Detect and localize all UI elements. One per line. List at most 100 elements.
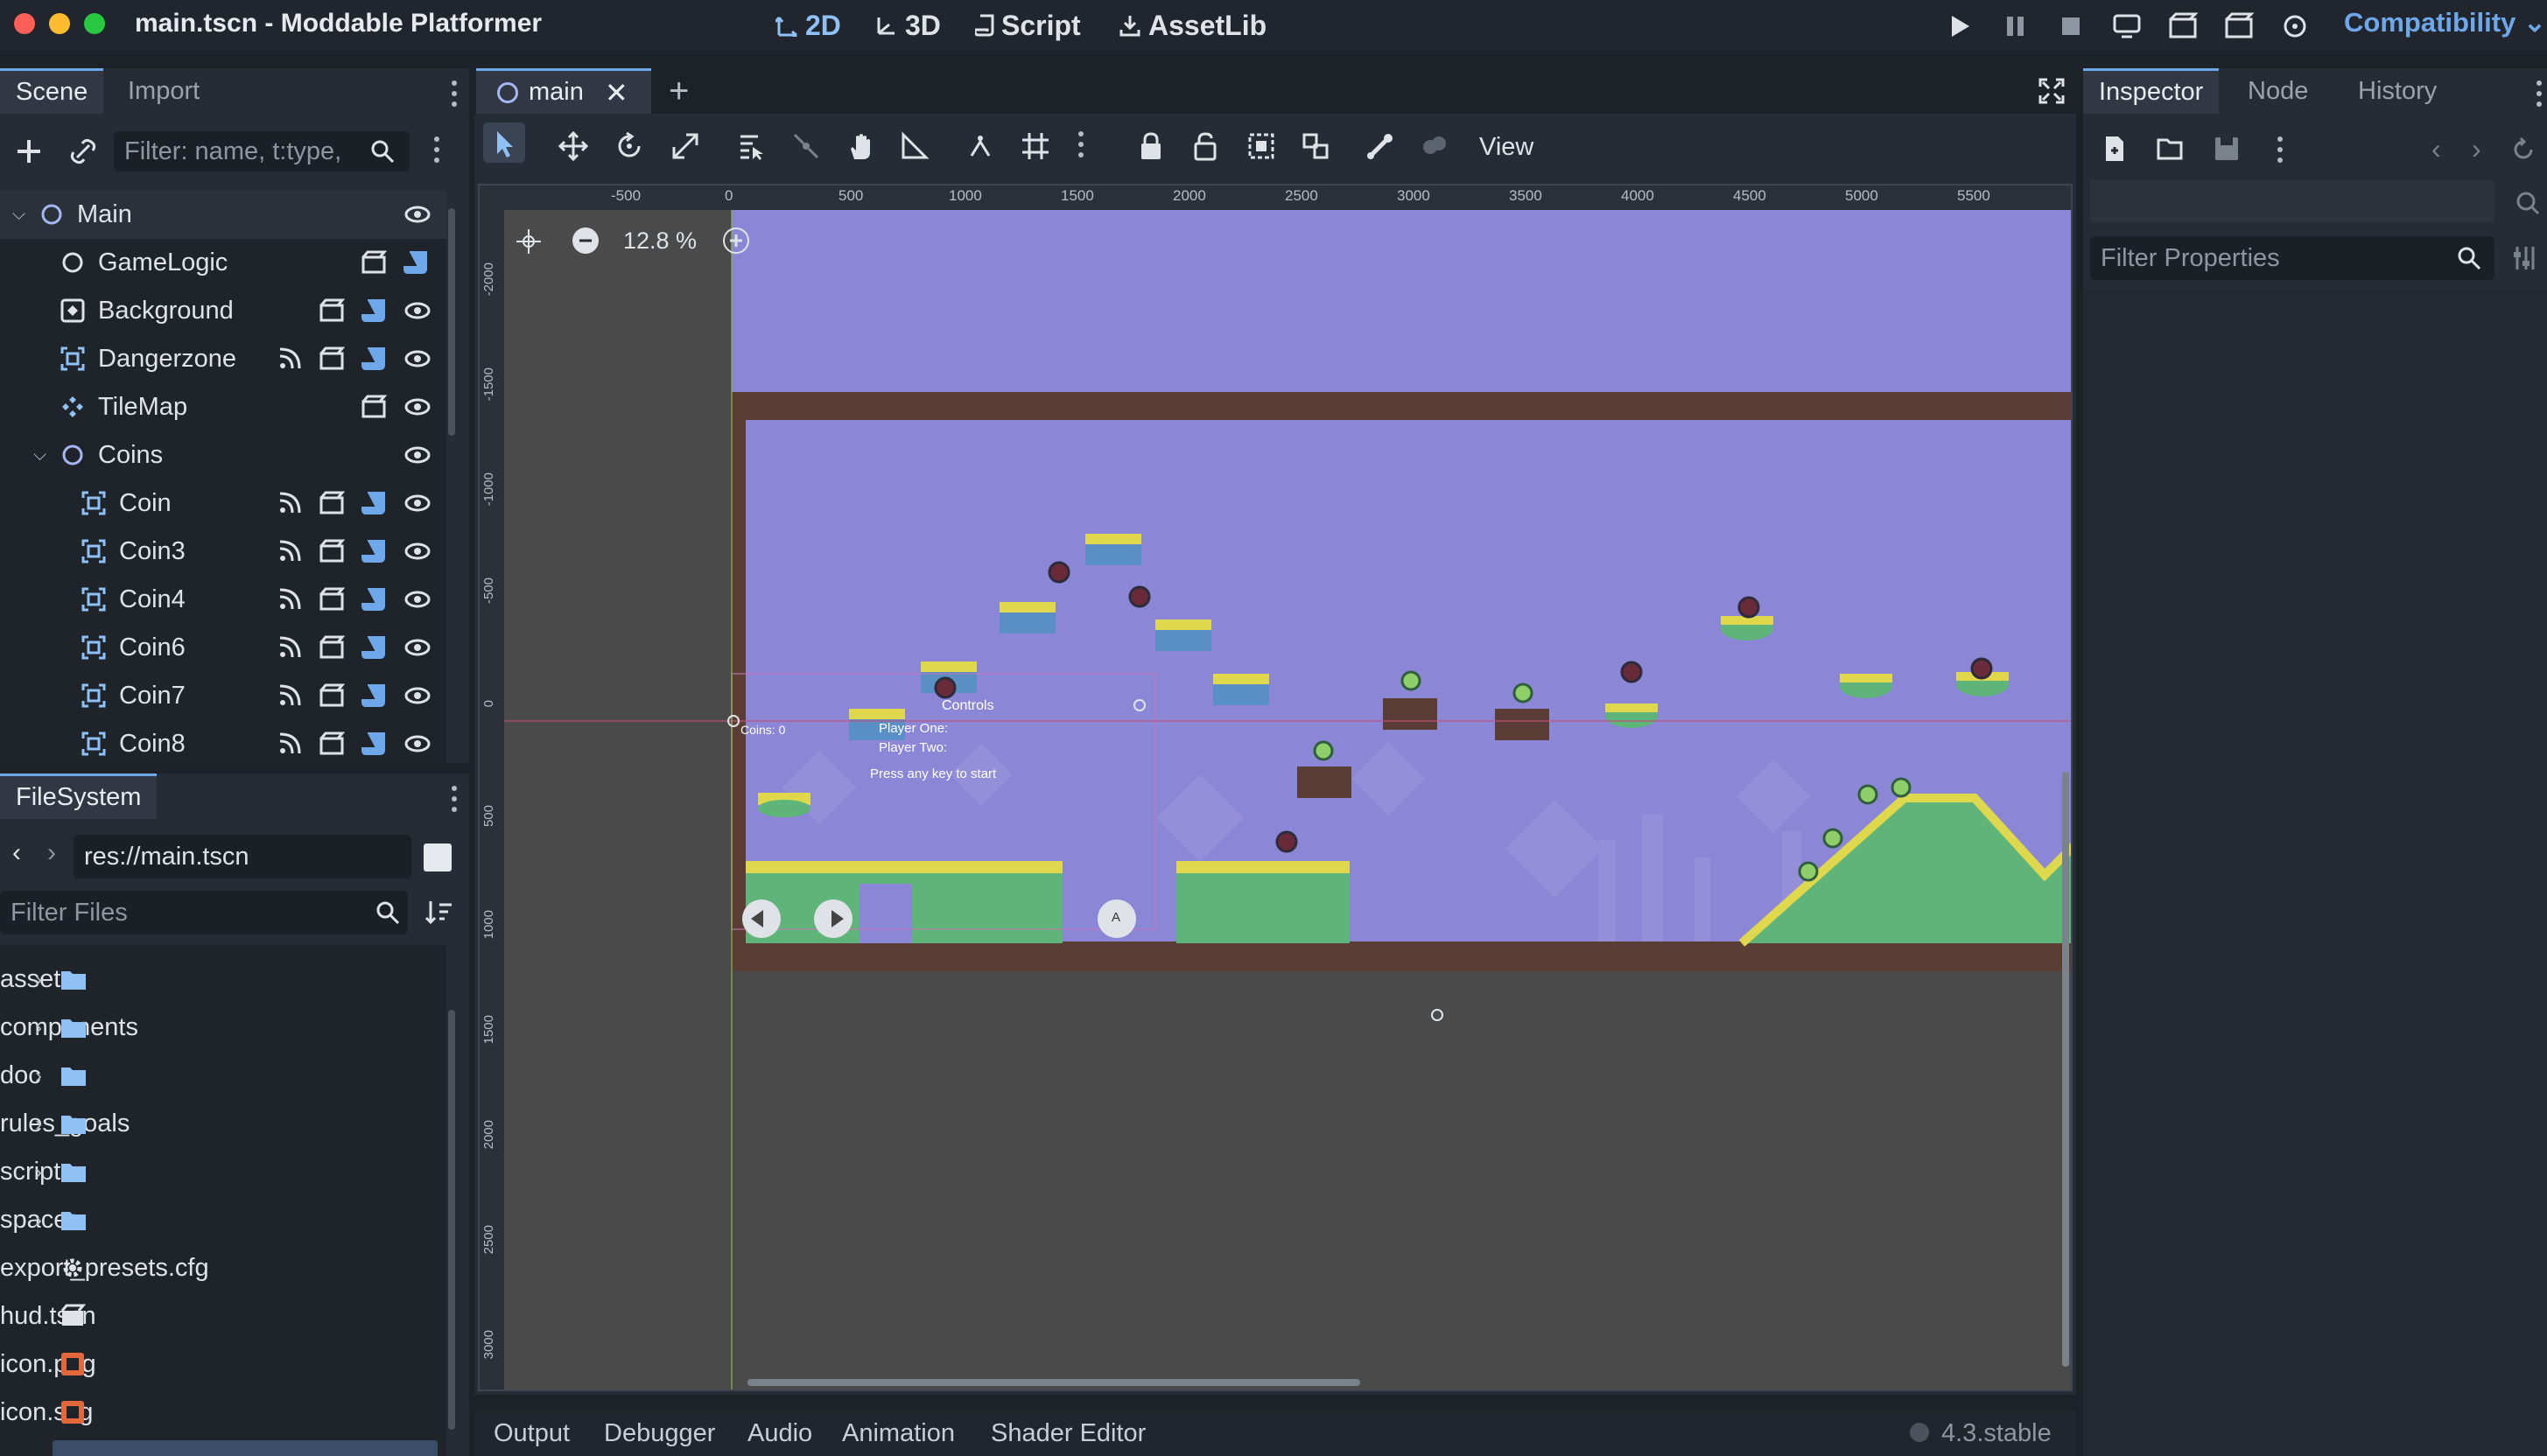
tab-inspector[interactable]: Inspector xyxy=(2083,68,2220,114)
signal-icon[interactable] xyxy=(277,538,303,564)
chevron-right-icon[interactable]: › xyxy=(35,1064,42,1088)
snap-options-icon[interactable] xyxy=(1078,131,1084,163)
object-history-icon[interactable] xyxy=(2510,136,2536,163)
workspace-3d-button[interactable]: 3D xyxy=(875,7,941,44)
file-item-scripts[interactable]: › scripts xyxy=(0,1148,446,1196)
chevron-down-icon[interactable]: ⌵ xyxy=(12,205,25,225)
scene-dock-menu-icon[interactable] xyxy=(452,80,457,112)
scene-instance-icon[interactable] xyxy=(319,346,346,372)
file-item-icon-png[interactable]: icon.png xyxy=(0,1340,446,1389)
eye-icon[interactable] xyxy=(404,490,431,516)
scene-instance-icon[interactable] xyxy=(319,586,346,612)
object-path-field[interactable] xyxy=(2090,180,2494,222)
file-item-components[interactable]: › components xyxy=(0,1004,446,1052)
filesystem-menu-icon[interactable] xyxy=(452,786,457,817)
path-field[interactable]: res://main.tscn xyxy=(74,835,411,878)
object-properties-icon[interactable] xyxy=(2512,187,2540,215)
zoom-level[interactable]: 12.8 % xyxy=(623,228,697,255)
signal-icon[interactable] xyxy=(277,490,303,516)
eye-icon[interactable] xyxy=(404,682,431,709)
history-back-icon[interactable]: ‹ xyxy=(2431,133,2441,165)
movie-maker-icon[interactable] xyxy=(2279,10,2311,42)
play-scene-icon[interactable] xyxy=(2167,10,2199,42)
tab-animation[interactable]: Animation xyxy=(842,1419,955,1448)
script-icon[interactable] xyxy=(361,634,387,661)
scene-tab-main[interactable]: main ✕ xyxy=(476,68,651,114)
scene-instance-icon[interactable] xyxy=(319,538,346,564)
chevron-right-icon[interactable]: › xyxy=(35,1016,42,1040)
lock-icon[interactable] xyxy=(1136,131,1166,161)
scene-instance-icon[interactable] xyxy=(319,634,346,661)
play-custom-scene-icon[interactable] xyxy=(2223,10,2255,42)
maximize-window-button[interactable] xyxy=(84,13,105,34)
workspace-script-button[interactable]: Script xyxy=(975,7,1081,44)
rotate-mode-icon[interactable] xyxy=(614,131,644,161)
skeleton-icon[interactable] xyxy=(1365,131,1395,161)
script-icon[interactable] xyxy=(403,249,429,276)
unlock-icon[interactable] xyxy=(1190,131,1220,161)
chevron-down-icon[interactable]: ⌵ xyxy=(33,445,46,466)
chevron-right-icon[interactable]: › xyxy=(35,1208,42,1233)
eye-icon[interactable] xyxy=(404,394,431,420)
file-item-doc[interactable]: › doc xyxy=(0,1052,446,1100)
select-mode-button[interactable] xyxy=(483,122,525,163)
ruler-mode-icon[interactable] xyxy=(900,131,930,161)
eye-icon[interactable] xyxy=(404,586,431,612)
tree-row-coin[interactable]: Coin xyxy=(0,480,446,528)
workspace-2d-button[interactable]: 2D xyxy=(775,7,841,44)
zoom-out-icon[interactable] xyxy=(572,228,599,254)
pan-mode-icon[interactable] xyxy=(845,131,875,161)
eye-icon[interactable] xyxy=(404,442,431,468)
eye-icon[interactable] xyxy=(404,298,431,324)
eye-icon[interactable] xyxy=(404,634,431,661)
remote-debug-icon[interactable] xyxy=(2111,10,2143,42)
viewport-v-scrollbar[interactable] xyxy=(2062,772,2069,1367)
tab-filesystem[interactable]: FileSystem xyxy=(0,774,158,819)
file-item-icon-svg[interactable]: icon.svg xyxy=(0,1389,446,1437)
scene-instance-icon[interactable] xyxy=(319,731,346,757)
history-forward-icon[interactable]: › xyxy=(2472,133,2481,165)
save-resource-icon[interactable] xyxy=(2213,135,2241,163)
add-scene-tab-icon[interactable]: + xyxy=(669,72,689,111)
tree-row-coin7[interactable]: Coin7 xyxy=(0,672,446,720)
forward-arrow-icon[interactable]: › xyxy=(47,838,56,868)
play-project-icon[interactable] xyxy=(1943,10,1975,42)
tree-row-coin6[interactable]: Coin6 xyxy=(0,624,446,672)
move-mode-icon[interactable] xyxy=(558,130,589,162)
tab-shader-editor[interactable]: Shader Editor xyxy=(991,1419,1146,1448)
tree-row-main[interactable]: ⌵ Main xyxy=(0,191,446,239)
zoom-in-icon[interactable] xyxy=(723,228,749,254)
tab-node[interactable]: Node xyxy=(2232,68,2324,114)
signal-icon[interactable] xyxy=(277,731,303,757)
new-resource-icon[interactable] xyxy=(2101,135,2129,163)
tab-history[interactable]: History xyxy=(2342,68,2452,114)
signal-icon[interactable] xyxy=(277,586,303,612)
filter-properties-input[interactable]: Filter Properties xyxy=(2090,236,2494,280)
file-item-rules-goals[interactable]: › rules_goals xyxy=(0,1100,446,1148)
scene-filter-menu-icon[interactable] xyxy=(434,136,439,168)
viewport-h-scrollbar[interactable] xyxy=(747,1379,1360,1386)
canvas-viewport[interactable]: -500 0 500 1000 1500 2000 2500 3000 3500… xyxy=(478,184,2073,1391)
file-item-hud[interactable]: hud.tscn xyxy=(0,1292,446,1340)
update-spinner-icon[interactable] xyxy=(1910,1423,1929,1442)
ruler-top[interactable]: -500 0 500 1000 1500 2000 2500 3000 3500… xyxy=(480,186,2071,210)
chevron-right-icon[interactable]: › xyxy=(35,1160,42,1185)
distraction-free-icon[interactable] xyxy=(2038,77,2066,105)
sort-icon[interactable] xyxy=(424,898,453,928)
tab-output[interactable]: Output xyxy=(494,1419,570,1448)
minimize-window-button[interactable] xyxy=(49,13,70,34)
tree-row-gamelogic[interactable]: GameLogic xyxy=(0,239,446,287)
script-icon[interactable] xyxy=(361,586,387,612)
renderer-select[interactable]: Compatibility ⌄ xyxy=(2344,7,2546,38)
script-icon[interactable] xyxy=(361,682,387,709)
tree-row-coin3[interactable]: Coin3 xyxy=(0,528,446,576)
file-item-assets[interactable]: › assets xyxy=(0,956,446,1004)
open-resource-icon[interactable] xyxy=(2157,135,2185,163)
list-select-icon[interactable] xyxy=(737,131,767,161)
file-tree-scrollbar[interactable] xyxy=(448,1010,455,1430)
eye-icon[interactable] xyxy=(404,201,431,228)
tree-row-tilemap[interactable]: TileMap xyxy=(0,383,446,431)
grid-snap-icon[interactable] xyxy=(1021,131,1050,161)
script-icon[interactable] xyxy=(361,346,387,372)
scale-mode-icon[interactable] xyxy=(670,131,700,161)
